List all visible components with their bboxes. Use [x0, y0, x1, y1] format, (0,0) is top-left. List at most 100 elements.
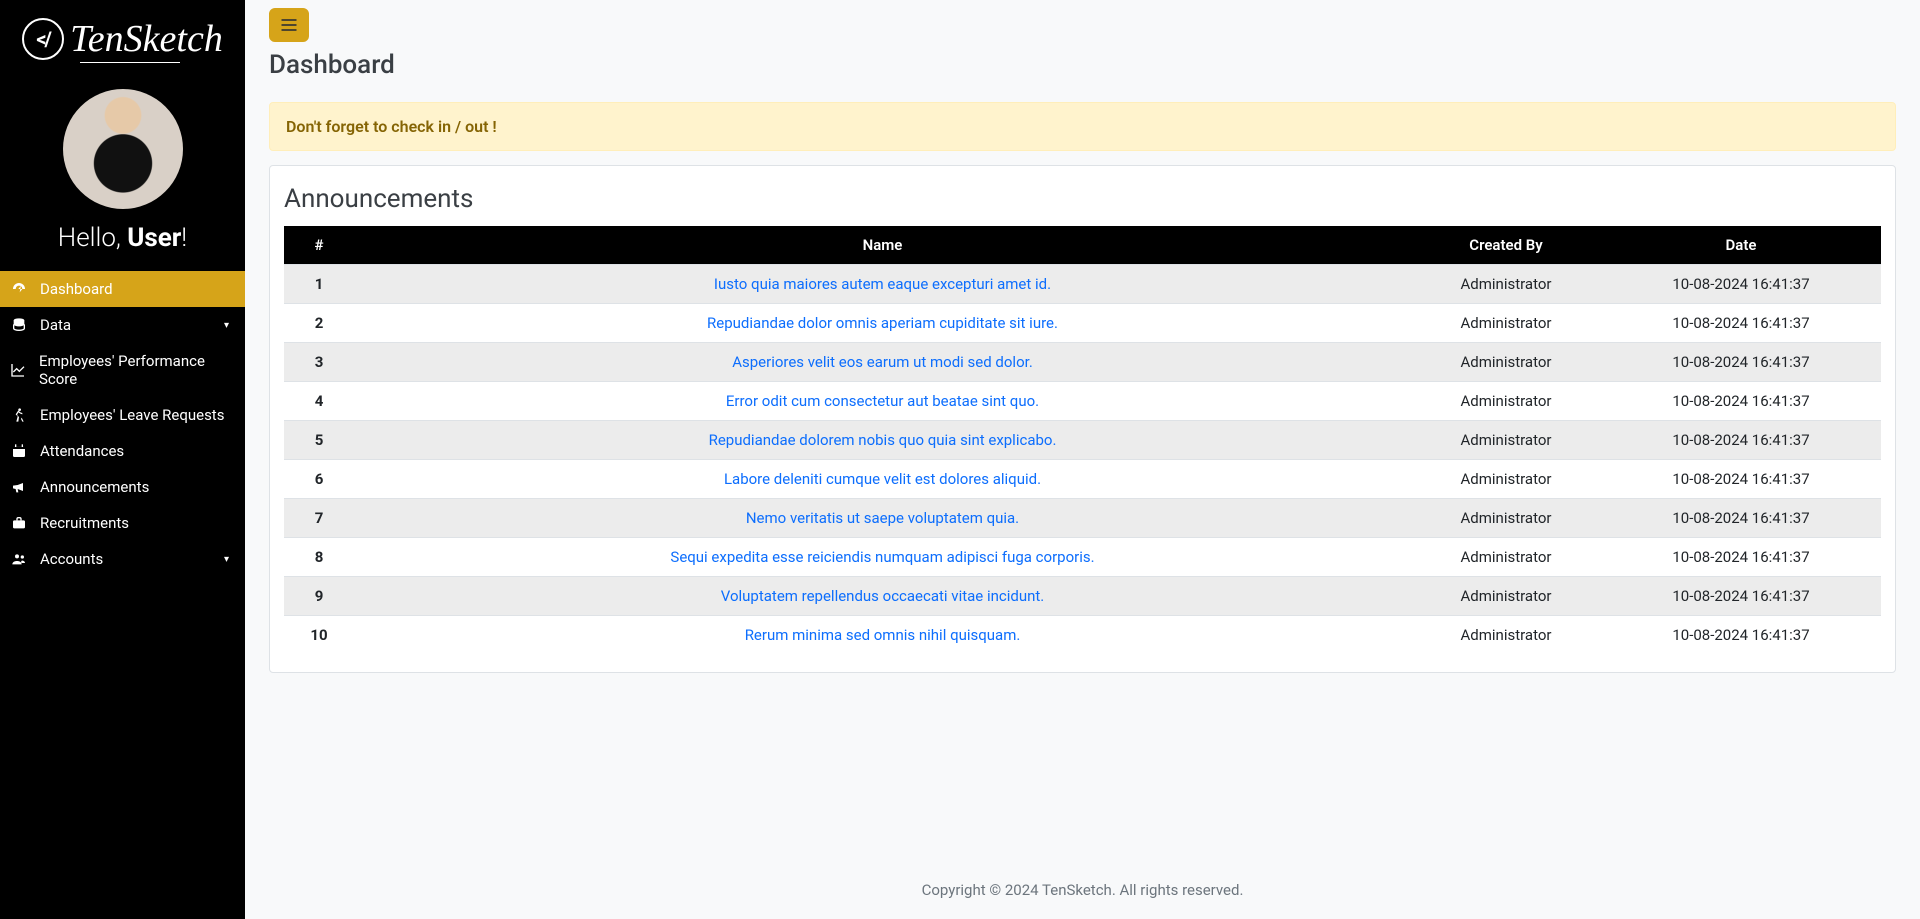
avatar[interactable] [63, 89, 183, 209]
brand-logo[interactable]: </ TenSketch [0, 0, 245, 64]
greeting-suffix: ! [181, 223, 187, 253]
chevron-down-icon: ▾ [224, 554, 229, 565]
table-row: 7 Nemo veritatis ut saepe voluptatem quia… [284, 499, 1881, 538]
sidebar-nav: Dashboard Data ▾ Employees' Performance Sco… [0, 271, 245, 577]
main: Dashboard Don't forget to check in / out… [245, 0, 1920, 919]
table-row: 9 Voluptatem repellendus occaecati vitae … [284, 577, 1881, 616]
row-name: Voluptatem repellendus occaecati vitae i… [354, 577, 1411, 616]
users-icon [10, 551, 28, 567]
row-date: 10-08-2024 16:41:37 [1601, 382, 1881, 421]
table-row: 8 Sequi expedita esse reiciendis numquam … [284, 538, 1881, 577]
announcements-table: # Name Created By Date 1 Iusto quia maior… [284, 226, 1881, 654]
announcement-link[interactable]: Rerum minima sed omnis nihil quisquam. [745, 626, 1021, 644]
bullhorn-icon [10, 479, 28, 495]
row-created-by: Administrator [1411, 343, 1601, 382]
row-created-by: Administrator [1411, 460, 1601, 499]
announcements-card: Announcements # Name Created By Date 1 Iu… [269, 165, 1896, 673]
row-index: 8 [284, 538, 354, 577]
row-name: Repudiandae dolorem nobis quo quia sint … [354, 421, 1411, 460]
row-created-by: Administrator [1411, 538, 1601, 577]
row-date: 10-08-2024 16:41:37 [1601, 265, 1881, 304]
chart-line-icon [10, 362, 27, 378]
sidebar-item-dashboard[interactable]: Dashboard [0, 271, 245, 307]
sidebar-item-label: Announcements [40, 478, 149, 496]
row-created-by: Administrator [1411, 265, 1601, 304]
brand-name: TenSketch [70, 20, 223, 58]
announcement-link[interactable]: Voluptatem repellendus occaecati vitae i… [721, 587, 1045, 605]
sidebar-item-label: Accounts [40, 550, 103, 568]
greeting: Hello, User! [0, 223, 245, 253]
table-header-row: # Name Created By Date [284, 226, 1881, 265]
row-date: 10-08-2024 16:41:37 [1601, 616, 1881, 655]
row-name: Rerum minima sed omnis nihil quisquam. [354, 616, 1411, 655]
row-date: 10-08-2024 16:41:37 [1601, 343, 1881, 382]
row-index: 2 [284, 304, 354, 343]
row-name: Nemo veritatis ut saepe voluptatem quia. [354, 499, 1411, 538]
announcement-link[interactable]: Repudiandae dolorem nobis quo quia sint … [709, 431, 1057, 449]
brand-underline [80, 62, 180, 63]
row-created-by: Administrator [1411, 382, 1601, 421]
sidebar-item-label: Data [40, 316, 71, 334]
row-name: Iusto quia maiores autem eaque excepturi… [354, 265, 1411, 304]
briefcase-icon [10, 515, 28, 531]
row-name: Repudiandae dolor omnis aperiam cupidita… [354, 304, 1411, 343]
announcement-link[interactable]: Repudiandae dolor omnis aperiam cupidita… [707, 314, 1058, 332]
chevron-down-icon: ▾ [224, 320, 229, 331]
row-name: Labore deleniti cumque velit est dolores… [354, 460, 1411, 499]
row-index: 10 [284, 616, 354, 655]
row-index: 9 [284, 577, 354, 616]
announcement-link[interactable]: Labore deleniti cumque velit est dolores… [724, 470, 1041, 488]
checkin-alert: Don't forget to check in / out ! [269, 102, 1896, 151]
row-date: 10-08-2024 16:41:37 [1601, 421, 1881, 460]
sidebar-item-employees-performance-score[interactable]: Employees' Performance Score [0, 343, 245, 397]
greeting-prefix: Hello, [58, 223, 127, 253]
announcement-link[interactable]: Error odit cum consectetur aut beatae si… [726, 392, 1039, 410]
sidebar-item-label: Employees' Leave Requests [40, 406, 224, 424]
sidebar-item-employees-leave-requests[interactable]: Employees' Leave Requests [0, 397, 245, 433]
page-title: Dashboard [269, 50, 1896, 80]
row-date: 10-08-2024 16:41:37 [1601, 460, 1881, 499]
row-index: 3 [284, 343, 354, 382]
announcement-link[interactable]: Iusto quia maiores autem eaque excepturi… [714, 275, 1051, 293]
row-created-by: Administrator [1411, 499, 1601, 538]
table-row: 3 Asperiores velit eos earum ut modi sed … [284, 343, 1881, 382]
row-index: 4 [284, 382, 354, 421]
sidebar-item-label: Dashboard [40, 280, 113, 298]
announcements-heading: Announcements [284, 184, 1881, 214]
col-created-by: Created By [1411, 226, 1601, 265]
table-row: 6 Labore deleniti cumque velit est dolore… [284, 460, 1881, 499]
sidebar-item-label: Recruitments [40, 514, 129, 532]
sidebar-item-data[interactable]: Data ▾ [0, 307, 245, 343]
row-index: 1 [284, 265, 354, 304]
row-index: 7 [284, 499, 354, 538]
table-row: 10 Rerum minima sed omnis nihil quisquam.… [284, 616, 1881, 655]
database-icon [10, 317, 28, 333]
table-row: 1 Iusto quia maiores autem eaque exceptur… [284, 265, 1881, 304]
logo-mark-icon: </ [22, 18, 64, 60]
sidebar-toggle-button[interactable] [269, 8, 309, 42]
sidebar-item-recruitments[interactable]: Recruitments [0, 505, 245, 541]
col-name: Name [354, 226, 1411, 265]
announcement-link[interactable]: Nemo veritatis ut saepe voluptatem quia. [746, 509, 1019, 527]
row-created-by: Administrator [1411, 577, 1601, 616]
announcement-link[interactable]: Asperiores velit eos earum ut modi sed d… [732, 353, 1033, 371]
announcement-link[interactable]: Sequi expedita esse reiciendis numquam a… [670, 548, 1094, 566]
row-date: 10-08-2024 16:41:37 [1601, 577, 1881, 616]
sidebar-item-accounts[interactable]: Accounts ▾ [0, 541, 245, 577]
walking-icon [10, 407, 28, 423]
row-index: 6 [284, 460, 354, 499]
hamburger-icon [279, 15, 299, 35]
footer: Copyright © 2024 TenSketch. All rights r… [245, 851, 1920, 919]
content: Dashboard Don't forget to check in / out… [245, 0, 1920, 851]
row-created-by: Administrator [1411, 421, 1601, 460]
table-row: 4 Error odit cum consectetur aut beatae s… [284, 382, 1881, 421]
row-date: 10-08-2024 16:41:37 [1601, 499, 1881, 538]
sidebar-item-attendances[interactable]: Attendances [0, 433, 245, 469]
col-index: # [284, 226, 354, 265]
row-name: Error odit cum consectetur aut beatae si… [354, 382, 1411, 421]
sidebar-item-label: Attendances [40, 442, 124, 460]
greeting-user: User [127, 223, 181, 253]
row-date: 10-08-2024 16:41:37 [1601, 304, 1881, 343]
calendar-icon [10, 443, 28, 459]
sidebar-item-announcements[interactable]: Announcements [0, 469, 245, 505]
